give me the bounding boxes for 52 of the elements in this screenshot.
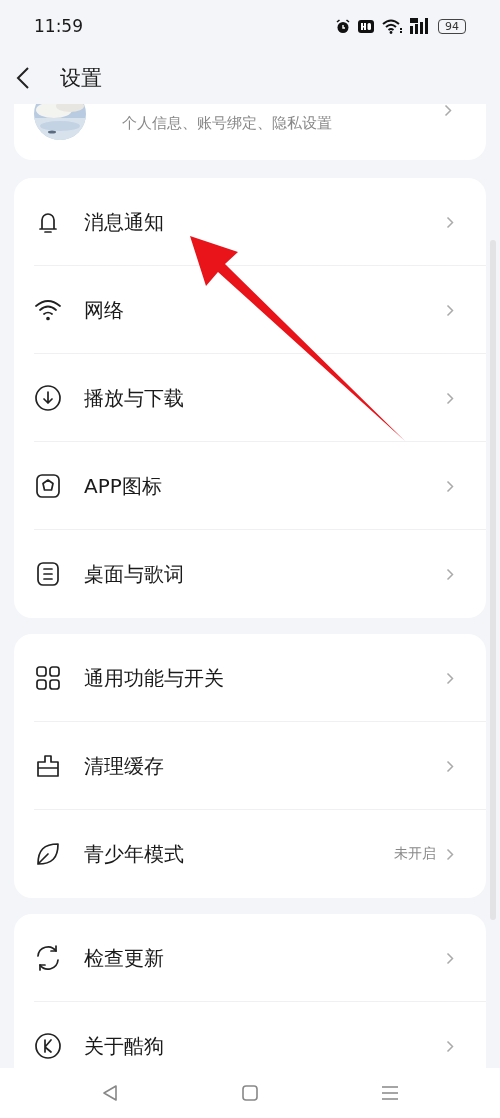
chevron-icon <box>446 1039 454 1053</box>
settings-row[interactable]: 播放与下载 <box>14 354 486 442</box>
settings-row[interactable]: 检查更新 <box>14 914 486 1002</box>
k-circle-icon <box>34 1032 62 1060</box>
battery-indicator: 94 <box>438 18 466 34</box>
home-icon[interactable] <box>241 1084 259 1102</box>
settings-row[interactable]: 桌面与歌词 <box>14 530 486 618</box>
chevron-icon <box>446 847 454 861</box>
settings-row[interactable]: APP图标 <box>14 442 486 530</box>
signal-icon <box>410 18 430 34</box>
settings-label: 清理缓存 <box>84 752 165 780</box>
chevron-icon <box>446 391 454 405</box>
settings-row[interactable]: 通用功能与开关 <box>14 634 486 722</box>
hd-icon <box>358 19 374 33</box>
chevron-icon <box>446 759 454 773</box>
settings-row[interactable]: 清理缓存 <box>14 722 486 810</box>
settings-row[interactable]: 网络 <box>14 266 486 354</box>
profile-card[interactable]: 个人信息、账号绑定、隐私设置 <box>14 104 486 160</box>
chevron-icon <box>446 479 454 493</box>
chevron-icon <box>446 303 454 317</box>
broom-icon <box>34 752 62 780</box>
download-icon <box>34 384 62 412</box>
chevron-icon <box>446 567 454 581</box>
chevron-icon <box>446 215 454 229</box>
settings-label: 关于酷狗 <box>84 1032 165 1060</box>
settings-row[interactable]: 消息通知 <box>14 178 486 266</box>
refresh-icon <box>34 944 62 972</box>
settings-label: 检查更新 <box>84 944 165 972</box>
profile-subtitle: 个人信息、账号绑定、隐私设置 <box>122 113 332 133</box>
chevron-icon <box>444 104 452 117</box>
grid-icon <box>34 664 62 692</box>
back-icon[interactable] <box>16 66 30 90</box>
chevron-icon <box>446 671 454 685</box>
settings-label: APP图标 <box>84 472 163 500</box>
settings-label: 消息通知 <box>84 208 165 236</box>
status-time: 11:59 <box>34 16 83 36</box>
settings-label: 青少年模式 <box>84 840 185 868</box>
settings-label: 网络 <box>84 296 125 324</box>
app-icon <box>34 472 62 500</box>
setting-value: 未开启 <box>394 845 436 863</box>
document-icon <box>34 560 62 588</box>
chevron-icon <box>446 951 454 965</box>
menu-icon[interactable] <box>381 1084 399 1102</box>
alarm-icon <box>336 18 350 34</box>
settings-label: 播放与下载 <box>84 384 185 412</box>
leaf-icon <box>34 840 62 868</box>
settings-row[interactable]: 青少年模式 未开启 <box>14 810 486 898</box>
wifi-icon <box>382 18 402 34</box>
settings-label: 通用功能与开关 <box>84 664 225 692</box>
settings-row[interactable]: 关于酷狗 <box>14 1002 486 1068</box>
settings-label: 桌面与歌词 <box>84 560 185 588</box>
page-title: 设置 <box>60 65 102 92</box>
